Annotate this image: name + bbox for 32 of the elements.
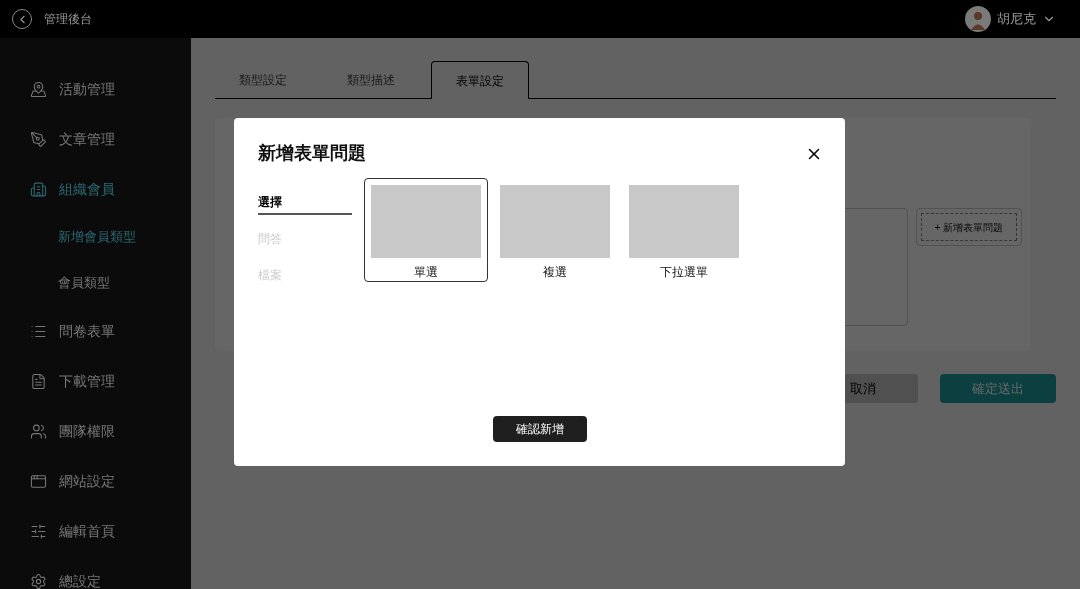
avatar-icon bbox=[965, 6, 991, 32]
question-type-option[interactable]: 單選 bbox=[364, 178, 488, 282]
question-type-option[interactable]: 下拉選單 bbox=[622, 178, 746, 282]
dialog-title: 新增表單問題 bbox=[258, 142, 366, 165]
building-icon bbox=[30, 180, 47, 198]
sidebar-item[interactable]: 團隊權限 bbox=[0, 406, 191, 456]
confirm-button[interactable]: 確認新增 bbox=[492, 416, 587, 442]
sidebar-subitem[interactable]: 會員類型 bbox=[0, 260, 191, 306]
tab[interactable]: 類型描述 bbox=[323, 61, 419, 98]
pin-icon bbox=[30, 80, 47, 98]
sidebar-item[interactable]: 文章管理 bbox=[0, 114, 191, 164]
sidebar-item[interactable]: 組織會員 bbox=[0, 164, 191, 214]
tab[interactable]: 類型設定 bbox=[215, 61, 311, 98]
settings-icon bbox=[30, 572, 47, 589]
window-icon bbox=[30, 472, 47, 490]
add-question-button[interactable]: + 新增表單問題 bbox=[921, 213, 1017, 241]
users-icon bbox=[30, 422, 47, 440]
sidebar-item[interactable]: 問卷表單 bbox=[0, 306, 191, 356]
document-icon bbox=[30, 372, 47, 390]
sidebar-item[interactable]: 編輯首頁 bbox=[0, 506, 191, 556]
app-title: 管理後台 bbox=[44, 11, 92, 28]
sidebar-item[interactable]: 活動管理 bbox=[0, 64, 191, 114]
sidebar-item[interactable]: 總設定 bbox=[0, 556, 191, 589]
question-type-option[interactable]: 複選 bbox=[493, 178, 617, 282]
sidebar-item[interactable]: 網站設定 bbox=[0, 456, 191, 506]
tab[interactable]: 表單設定 bbox=[431, 61, 529, 99]
pen-icon bbox=[30, 130, 47, 148]
sliders-icon bbox=[30, 522, 47, 540]
category-tab[interactable]: 選擇 bbox=[258, 190, 352, 215]
sidebar-subitem[interactable]: 新增會員類型 bbox=[0, 214, 191, 260]
sidebar-item[interactable]: 下載管理 bbox=[0, 356, 191, 406]
user-menu[interactable]: 胡尼克 bbox=[965, 6, 1068, 32]
